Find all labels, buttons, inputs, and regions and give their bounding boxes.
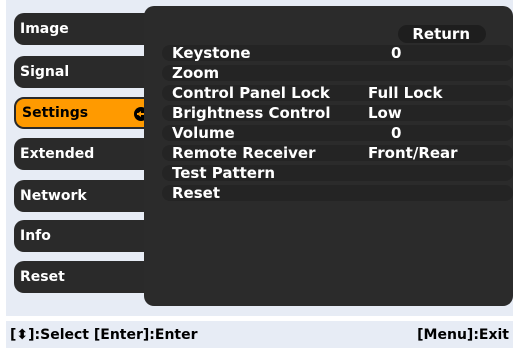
setting-label: Brightness Control: [172, 104, 331, 122]
setting-label: Test Pattern: [172, 164, 276, 182]
setting-value: Low: [368, 104, 402, 122]
menu-item-reset[interactable]: Reset: [14, 261, 156, 293]
setting-value: 0: [391, 44, 402, 62]
setting-row-reset[interactable]: Reset: [162, 183, 513, 203]
menu-item-label: Image: [20, 21, 69, 37]
menu-item-extended[interactable]: Extended: [14, 138, 156, 170]
setting-label: Keystone: [172, 44, 251, 62]
setting-label: Remote Receiver: [172, 144, 316, 162]
setting-value: 0: [391, 124, 402, 142]
menu-item-label: Extended: [20, 146, 95, 162]
setting-row-test-pattern[interactable]: Test Pattern: [162, 163, 513, 183]
left-menu: Image Signal Settings Extended Network I…: [6, 0, 158, 316]
setting-row-zoom[interactable]: Zoom: [162, 63, 513, 83]
menu-item-label: Network: [20, 188, 87, 204]
menu-item-label: Settings: [22, 105, 89, 121]
menu-item-info[interactable]: Info: [14, 220, 156, 252]
menu-item-label: Reset: [20, 269, 65, 285]
menu-item-signal[interactable]: Signal: [14, 56, 156, 88]
menu-item-network[interactable]: Network: [14, 180, 156, 212]
menu-item-image[interactable]: Image: [14, 13, 156, 45]
menu-item-label: Info: [20, 228, 51, 244]
setting-value: Front/Rear: [368, 144, 458, 162]
setting-label: Zoom: [172, 64, 220, 82]
setting-value: Full Lock: [368, 84, 443, 102]
setting-row-keystone[interactable]: Keystone 0: [162, 43, 513, 63]
menu-item-settings[interactable]: Settings: [14, 97, 158, 129]
setting-label: Reset: [172, 184, 220, 202]
setting-row-brightness-control[interactable]: Brightness Control Low: [162, 103, 513, 123]
status-bar: [⬍]:Select [Enter]:Enter [Menu]:Exit: [6, 321, 513, 348]
status-help-right: [Menu]:Exit: [417, 327, 509, 343]
return-label: Return: [412, 25, 470, 43]
setting-row-volume[interactable]: Volume 0: [162, 123, 513, 143]
return-button[interactable]: Return: [398, 25, 486, 43]
menu-item-label: Signal: [20, 64, 70, 80]
setting-row-control-panel-lock[interactable]: Control Panel Lock Full Lock: [162, 83, 513, 103]
status-help-left: [⬍]:Select [Enter]:Enter: [10, 327, 198, 343]
setting-row-remote-receiver[interactable]: Remote Receiver Front/Rear: [162, 143, 513, 163]
setting-label: Control Panel Lock: [172, 84, 330, 102]
setting-label: Volume: [172, 124, 235, 142]
